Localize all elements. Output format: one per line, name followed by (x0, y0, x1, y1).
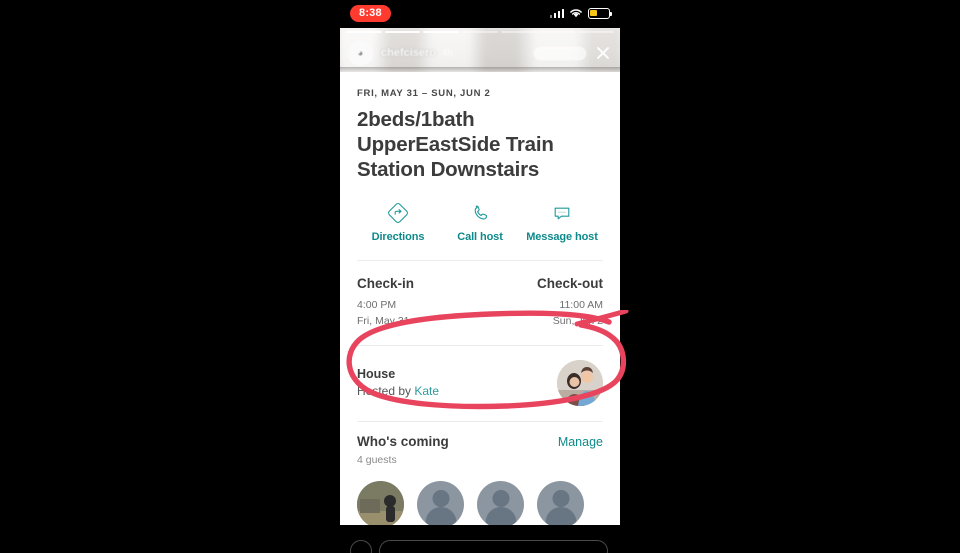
guest-item[interactable]: Meshawn (357, 480, 404, 525)
recording-time-pill: 8:38 (350, 4, 391, 22)
checkout-block: Check-out 11:00 AM Sun, Jun 2 (480, 276, 603, 328)
message-bubble-icon (521, 202, 603, 224)
host-name-link[interactable]: Kate (414, 384, 439, 398)
checkout-heading: Check-out (536, 276, 603, 292)
checkin-block: Check-in 4:00 PM Fri, May 31 (357, 276, 480, 328)
directions-icon (357, 202, 439, 224)
guest-placeholder-icon[interactable] (537, 480, 584, 525)
guest-placeholder-icon[interactable] (417, 480, 464, 525)
guest-photo[interactable] (357, 480, 404, 525)
checkin-heading: Check-in (357, 276, 415, 292)
status-icons (549, 7, 613, 19)
checkin-time: 4:00 PM (357, 299, 397, 312)
reservation-date-range: FRI, MAY 31 – SUN, JUN 2 (357, 88, 491, 99)
guest-item[interactable]: Guest 3 (477, 480, 524, 525)
guests-header: Who's coming Manage (357, 434, 603, 449)
story-reply-input[interactable] (379, 540, 608, 553)
battery-low-power-icon (588, 7, 613, 19)
status-bar: 8:38 (340, 0, 620, 26)
story-card: ◕ chefcisero 4h FRI, MAY 31 – SUN, JUN 2… (340, 28, 620, 525)
guest-count: 4 guests (357, 453, 397, 466)
message-host-button[interactable]: Message host (521, 202, 603, 243)
host-text: House Hosted by Kate (357, 367, 557, 398)
story-timestamp: 4h (442, 47, 454, 59)
phone-icon (439, 202, 521, 224)
wifi-icon (569, 8, 583, 18)
guest-item[interactable]: Guest 2 (417, 480, 464, 525)
hosted-by-prefix: Hosted by (357, 384, 415, 399)
host-profile-photo[interactable] (557, 359, 603, 406)
call-host-label: Call host (457, 231, 503, 244)
story-progress-bar (346, 31, 615, 33)
guest-avatar-row: Meshawn Guest 2 Guest 3 Guest 4 (357, 480, 603, 525)
guests-section: Who's coming Manage 4 guests (357, 422, 603, 525)
stay-dates-section: Check-in 4:00 PM Fri, May 31 Check-out 1… (357, 261, 603, 344)
hosted-by-line: Hosted by Kate (357, 384, 557, 398)
close-icon[interactable] (594, 44, 612, 62)
host-section[interactable]: House Hosted by Kate (357, 346, 603, 421)
camera-circle-icon[interactable] (350, 540, 372, 553)
call-host-button[interactable]: Call host (439, 202, 521, 243)
story-header-row: ◕ chefcisero 4h (340, 36, 620, 70)
cellular-signal-icon (549, 8, 564, 18)
story-author-avatar[interactable]: ◕ (348, 40, 373, 66)
checkout-date: Sun, Jun 2 (552, 314, 603, 327)
action-row: Directions Call host Message host (357, 202, 603, 260)
directions-button[interactable]: Directions (357, 202, 439, 243)
guest-item[interactable]: Guest 4 (537, 480, 584, 525)
page-title: 2beds/1bath UpperEastSide Train Station … (357, 108, 554, 181)
property-type: House (357, 367, 396, 382)
screen-root: 8:38 ◕ chefcisero 4h FRI, MAY 31 – SUN, … (0, 0, 960, 553)
manage-guests-link[interactable]: Manage (558, 435, 603, 449)
story-header: ◕ chefcisero 4h (340, 28, 620, 72)
directions-label: Directions (371, 231, 425, 244)
reservation-body: FRI, MAY 31 – SUN, JUN 2 2beds/1bath Upp… (340, 72, 620, 525)
guests-heading: Who's coming (357, 433, 449, 449)
checkin-date: Fri, May 31 (357, 314, 410, 327)
guest-placeholder-icon[interactable] (477, 480, 524, 525)
story-reply-bar (340, 540, 620, 553)
checkout-time: 11:00 AM (559, 299, 603, 312)
story-header-chip[interactable] (534, 46, 586, 60)
story-username[interactable]: chefcisero (381, 47, 436, 59)
message-host-label: Message host (526, 231, 598, 244)
